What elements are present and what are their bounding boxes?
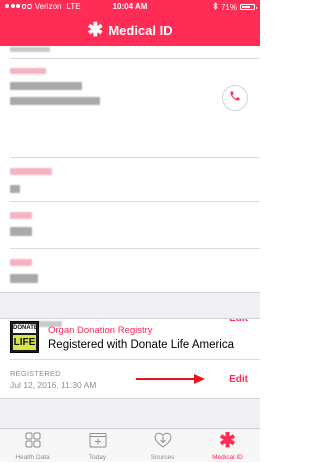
tab-bar: Health Data Today Sources ✱ Medical ID (0, 428, 260, 462)
organ-donation-registry-title: Organ Donation Registry (48, 325, 153, 336)
section-divider (0, 318, 260, 319)
status-right: 71% (213, 1, 257, 12)
donate-life-logo-top: DONATE (13, 324, 38, 333)
info-row-partial (0, 46, 260, 58)
redacted-text (10, 47, 50, 52)
red-arrow-annotation (136, 374, 205, 384)
redacted-value (10, 274, 38, 283)
sources-heart-download-icon (130, 432, 195, 450)
redacted-phone-number (10, 97, 100, 105)
battery-percent: 71% (220, 2, 237, 12)
page-title: Medical ID (108, 22, 173, 38)
redacted-label (10, 259, 32, 266)
emergency-contact-row[interactable] (0, 59, 260, 124)
redacted-value (10, 227, 32, 236)
medical-id-content[interactable]: Edit DONATE LIFE Organ Donation Registry… (0, 46, 260, 428)
battery-icon (240, 4, 257, 10)
status-bar: Verizon LTE 10:04 AM 71% (0, 0, 260, 14)
redacted-relationship (10, 68, 46, 74)
info-row (0, 158, 260, 204)
call-button[interactable] (222, 85, 248, 111)
edit-organ-donation-button[interactable]: Edit (229, 374, 248, 385)
info-row (0, 249, 260, 295)
asterisk-icon: ✱ (219, 430, 236, 452)
calendar-icon (65, 432, 130, 450)
donate-life-logo-bottom: LIFE (13, 335, 36, 350)
phone-icon (229, 89, 241, 107)
info-row (0, 202, 260, 248)
tab-label: Today (88, 454, 107, 461)
redacted-value (10, 185, 20, 193)
asterisk-icon: ✱ (87, 19, 104, 41)
redacted-label (10, 168, 52, 175)
registered-label: REGISTERED (10, 369, 61, 378)
health-data-grid-icon (0, 432, 65, 450)
section-separator (0, 293, 260, 318)
navigation-bar: ✱ Medical ID (0, 14, 260, 46)
bottom-separator (0, 399, 260, 428)
tab-medical-id[interactable]: ✱ Medical ID (195, 429, 260, 463)
tab-label: Sources (150, 454, 175, 461)
tab-health-data[interactable]: Health Data (0, 429, 65, 463)
divider (10, 359, 260, 360)
tab-label: Medical ID (212, 454, 243, 461)
registration-status: Registered with Donate Life America (48, 339, 235, 351)
redacted-label (10, 212, 32, 219)
redacted-contact-name (10, 82, 82, 90)
bluetooth-icon (213, 1, 218, 12)
registered-date: Jul 12, 2016, 11:30 AM (10, 380, 97, 390)
tab-label: Health Data (15, 454, 50, 461)
tab-today[interactable]: Today (65, 429, 130, 463)
donate-life-logo: DONATE LIFE (10, 321, 39, 353)
tab-sources[interactable]: Sources (130, 429, 195, 463)
